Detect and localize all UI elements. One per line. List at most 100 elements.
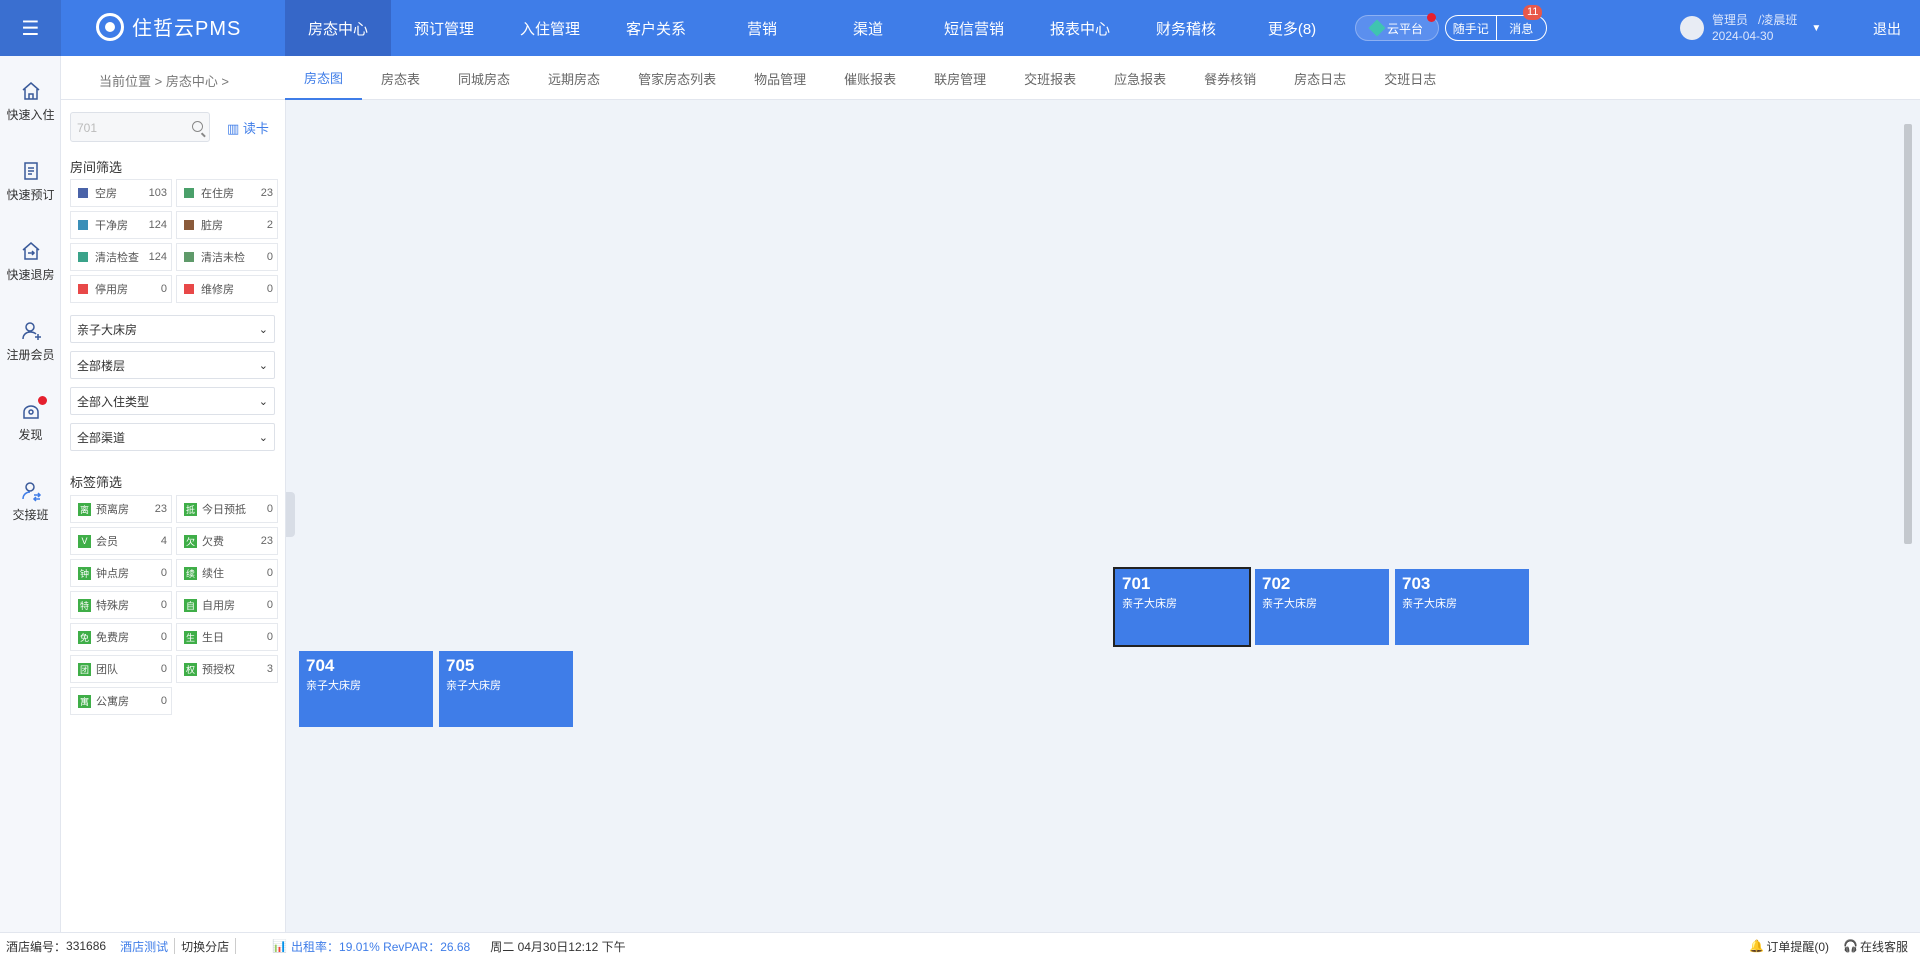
nav-channel[interactable]: 渠道 — [815, 0, 921, 56]
tab-meal-voucher[interactable]: 餐券核销 — [1185, 56, 1275, 100]
nav-sms[interactable]: 短信营销 — [921, 0, 1027, 56]
room-card-701[interactable]: 701 亲子大床房 — [1113, 567, 1251, 647]
tab-room-log[interactable]: 房态日志 — [1275, 56, 1365, 100]
menu-toggle-icon[interactable]: ☰ — [0, 0, 61, 56]
messages-button[interactable]: 消息 — [1497, 16, 1547, 40]
room-card-705[interactable]: 705 亲子大床房 — [439, 651, 573, 727]
chevron-down-icon: ⌄ — [258, 323, 268, 336]
vertical-scrollbar[interactable] — [1902, 110, 1914, 918]
tag-filter-free[interactable]: 免免费房 0 — [70, 623, 172, 651]
register-member-button[interactable]: 注册会员 — [0, 320, 61, 363]
search-input[interactable]: 701 — [70, 112, 210, 142]
tab-future-room[interactable]: 远期房态 — [529, 56, 619, 100]
nav-more[interactable]: 更多(8) — [1239, 0, 1345, 56]
tab-items[interactable]: 物品管理 — [735, 56, 825, 100]
quick-checkout-button[interactable]: 快速退房 — [0, 240, 61, 283]
divider — [174, 938, 176, 954]
tab-city-room[interactable]: 同城房态 — [439, 56, 529, 100]
hotel-name: 酒店测试 — [120, 939, 169, 954]
tab-housekeeping-list[interactable]: 管家房态列表 — [619, 56, 735, 100]
nav-marketing[interactable]: 营销 — [709, 0, 815, 56]
channel-select[interactable]: 全部渠道 ⌄ — [70, 423, 275, 451]
status-filter-maintenance[interactable]: 维修房 0 — [176, 275, 278, 303]
status-count: 103 — [148, 187, 167, 199]
chevron-down-icon: ⌄ — [258, 359, 268, 372]
nav-reservation[interactable]: 预订管理 — [391, 0, 497, 56]
search-icon[interactable] — [192, 121, 203, 132]
room-card-703[interactable]: 703 亲子大床房 — [1395, 569, 1529, 645]
user-shift: /凌晨班 — [1758, 13, 1798, 27]
room-type: 亲子大床房 — [1402, 598, 1457, 610]
tag-filter-hourly[interactable]: 钟钟点房 0 — [70, 559, 172, 587]
tag-count: 0 — [266, 631, 273, 643]
room-type: 亲子大床房 — [1262, 598, 1317, 610]
cloud-platform-button[interactable]: 云平台 — [1355, 13, 1439, 41]
scrollbar-thumb[interactable] — [1904, 124, 1912, 544]
read-card-button[interactable]: ▥ 读卡 — [227, 118, 269, 137]
tag-filter-member[interactable]: V 会员 4 — [70, 527, 172, 555]
tag-filter-self-use[interactable]: 自自用房 0 — [176, 591, 278, 619]
hotel-no: 331686 — [66, 939, 107, 953]
tag-filter-apartment[interactable]: 寓公寓房 0 — [70, 687, 172, 715]
tab-emergency-report[interactable]: 应急报表 — [1095, 56, 1185, 100]
tag-filter-departing[interactable]: 离预离房 23 — [70, 495, 172, 523]
logo: 住哲云PMS — [96, 12, 241, 41]
floor-select[interactable]: 全部楼层 ⌄ — [70, 351, 275, 379]
tab-room-map[interactable]: 房态图 — [285, 56, 363, 100]
tag-filter-birthday[interactable]: 生生日 0 — [176, 623, 278, 651]
quick-booking-button[interactable]: 快速预订 — [0, 160, 61, 203]
room-number: 703 — [1402, 574, 1431, 593]
status-filter-dirty[interactable]: 脏房 2 — [176, 211, 278, 239]
checkout-icon — [22, 242, 39, 260]
online-service-button[interactable]: 在线客服 — [1860, 938, 1908, 955]
nav-reports[interactable]: 报表中心 — [1027, 0, 1133, 56]
status-count: 0 — [160, 283, 167, 295]
nav-crm[interactable]: 客户关系 — [603, 0, 709, 56]
nav-finance[interactable]: 财务稽核 — [1133, 0, 1239, 56]
chevron-down-icon: ▼ — [1811, 22, 1822, 34]
tab-shift-report[interactable]: 交班报表 — [1005, 56, 1095, 100]
handover-button[interactable]: 交接班 — [0, 480, 61, 523]
tab-collection-report[interactable]: 催账报表 — [825, 56, 915, 100]
room-type-select[interactable]: 亲子大床房 ⌄ — [70, 315, 275, 343]
logout-button[interactable]: 退出 — [1873, 19, 1901, 39]
status-swatch — [184, 252, 194, 262]
tag-filter-group[interactable]: 团团队 0 — [70, 655, 172, 683]
cube-icon — [1368, 19, 1386, 37]
tag-count: 0 — [160, 663, 167, 675]
status-filter-clean[interactable]: 干净房 124 — [70, 211, 172, 239]
checkin-type-select[interactable]: 全部入住类型 ⌄ — [70, 387, 275, 415]
tag-icon: 特 — [78, 598, 91, 612]
main-nav: 房态中心 预订管理 入住管理 客户关系 营销 渠道 短信营销 报表中心 财务稽核… — [285, 0, 1345, 56]
tag-icon: 钟 — [78, 566, 91, 580]
notes-button[interactable]: 随手记 — [1446, 16, 1497, 40]
tab-room-table[interactable]: 房态表 — [362, 56, 439, 100]
room-card-704[interactable]: 704 亲子大床房 — [299, 651, 433, 727]
tab-linked-rooms[interactable]: 联房管理 — [915, 56, 1005, 100]
room-filter-title: 房间筛选 — [70, 160, 123, 175]
tag-filter-extended[interactable]: 续续住 0 — [176, 559, 278, 587]
tag-filter-preauth[interactable]: 权预授权 3 — [176, 655, 278, 683]
order-alert-button[interactable]: 订单提醒(0) — [1766, 938, 1829, 955]
status-filter-uninspected[interactable]: 清洁未检 0 — [176, 243, 278, 271]
discover-button[interactable]: 发现 — [0, 396, 61, 443]
tag-label: 钟点房 — [96, 568, 129, 580]
status-filter-inspected[interactable]: 清洁检查 124 — [70, 243, 172, 271]
tag-filter-special[interactable]: 特特殊房 0 — [70, 591, 172, 619]
user-menu[interactable]: 管理员 /凌晨班 2024-04-30 ▼ — [1680, 12, 1821, 44]
tag-filter-arriving[interactable]: 抵今日预抵 0 — [176, 495, 278, 523]
nav-room-center[interactable]: 房态中心 — [285, 0, 391, 56]
status-filter-disabled[interactable]: 停用房 0 — [70, 275, 172, 303]
logo-icon — [96, 12, 124, 41]
quick-checkin-button[interactable]: 快速入住 — [0, 80, 61, 123]
nav-checkin[interactable]: 入住管理 — [497, 0, 603, 56]
room-card-702[interactable]: 702 亲子大床房 — [1255, 569, 1389, 645]
tab-shift-log[interactable]: 交班日志 — [1365, 56, 1455, 100]
switch-branch-button[interactable]: 切换分店 — [181, 938, 229, 955]
select-value: 全部入住类型 — [77, 394, 150, 409]
status-filter-vacant[interactable]: 空房 103 — [70, 179, 172, 207]
status-filter-occupied[interactable]: 在住房 23 — [176, 179, 278, 207]
status-label: 维修房 — [201, 284, 234, 296]
collapse-panel-handle[interactable] — [286, 492, 295, 537]
tag-filter-arrears[interactable]: 欠欠费 23 — [176, 527, 278, 555]
